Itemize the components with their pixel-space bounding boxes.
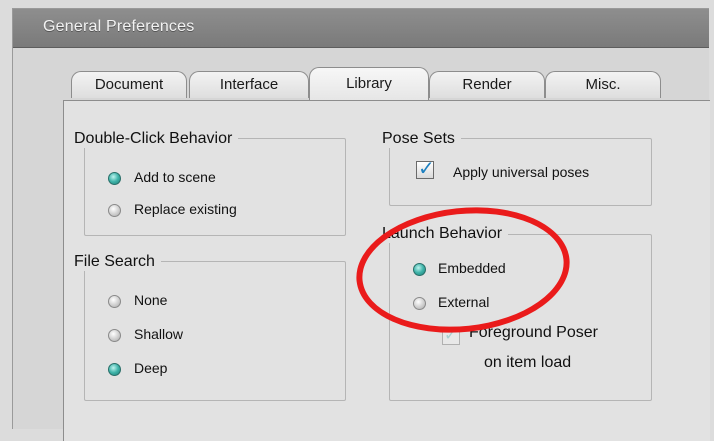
file-search-title: File Search [74,253,161,271]
tab-library[interactable]: Library [309,67,429,100]
radio-shallow[interactable] [108,329,121,342]
external-label[interactable]: External [438,294,489,310]
radio-add-to-scene[interactable] [108,172,121,185]
pose-sets-title: Pose Sets [382,130,461,148]
tab-misc[interactable]: Misc. [545,71,661,98]
radio-external[interactable] [413,297,426,310]
foreground-poser-label[interactable]: Foreground Poser [469,324,598,342]
library-panel: Double-Click Behavior Add to scene Repla… [63,100,710,441]
shallow-label[interactable]: Shallow [134,326,183,342]
apply-universal-poses-checkbox[interactable] [416,156,435,180]
tab-document[interactable]: Document [71,71,187,98]
double-click-group [84,138,346,236]
apply-universal-poses-label[interactable]: Apply universal poses [453,164,589,180]
double-click-title: Double-Click Behavior [74,130,239,148]
radio-none[interactable] [108,295,121,308]
foreground-poser-checkbox[interactable] [442,325,460,345]
deep-label[interactable]: Deep [134,360,167,376]
radio-replace-existing[interactable] [108,204,121,217]
on-item-load-label: on item load [484,354,572,371]
window-title: General Preferences [43,18,195,35]
none-label[interactable]: None [134,292,167,308]
tab-render[interactable]: Render [429,71,545,98]
title-bar[interactable]: General Preferences [13,9,709,48]
launch-behavior-title: Launch Behavior [382,225,509,243]
launch-behavior-group [389,234,652,401]
radio-embedded[interactable] [413,263,426,276]
radio-deep[interactable] [108,363,121,376]
replace-existing-label[interactable]: Replace existing [134,201,237,217]
embedded-label[interactable]: Embedded [438,260,506,276]
add-to-scene-label[interactable]: Add to scene [134,169,216,185]
preferences-window: General Preferences Document Interface L… [12,8,710,441]
file-search-group [84,261,346,401]
tab-bar: Document Interface Library Render Misc. [13,67,709,101]
tab-interface[interactable]: Interface [189,71,309,98]
